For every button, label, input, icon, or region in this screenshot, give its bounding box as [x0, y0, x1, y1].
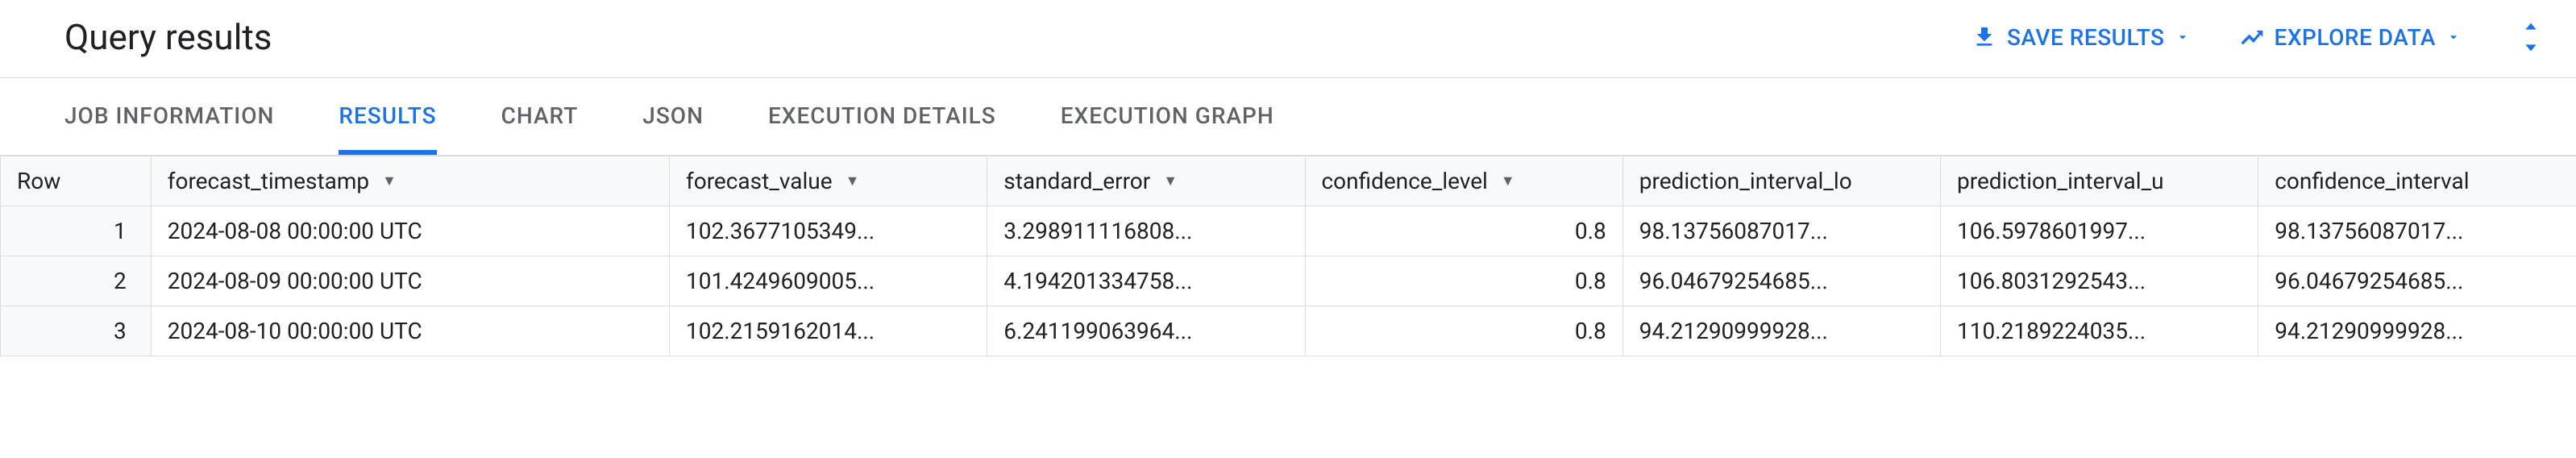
cell-confidence-level: 0.8 — [1305, 306, 1622, 356]
tab-job-information[interactable]: JOB INFORMATION — [64, 78, 274, 155]
column-label: forecast_value — [686, 168, 833, 194]
tab-execution-graph[interactable]: EXECUTION GRAPH — [1061, 78, 1274, 155]
sort-dropdown-icon: ▼ — [1501, 173, 1515, 189]
cell-confidence-interval: 98.13756087017... — [2258, 206, 2576, 256]
cell-prediction-interval-upper: 110.2189224035... — [1941, 306, 2258, 356]
save-results-label: SAVE RESULTS — [2007, 24, 2164, 51]
column-header-forecast-timestamp[interactable]: forecast_timestamp ▼ — [151, 156, 669, 206]
sort-dropdown-icon: ▼ — [846, 173, 860, 189]
table-row: 32024-08-10 00:00:00 UTC102.2159162014..… — [1, 306, 2576, 356]
column-label: prediction_interval_u — [1957, 168, 2164, 194]
sort-dropdown-icon: ▼ — [382, 173, 397, 189]
cell-forecast-timestamp: 2024-08-09 00:00:00 UTC — [151, 256, 669, 306]
cell-confidence-level: 0.8 — [1305, 206, 1622, 256]
column-label: Row — [17, 168, 60, 194]
header-actions: SAVE RESULTS EXPLORE DATA — [1971, 21, 2544, 53]
tab-execution-details[interactable]: EXECUTION DETAILS — [768, 78, 996, 155]
cell-prediction-interval-lower: 94.21290999928... — [1622, 306, 1940, 356]
dropdown-icon — [2445, 29, 2462, 45]
cell-forecast-value: 102.2159162014... — [670, 306, 987, 356]
cell-forecast-value: 102.3677105349... — [670, 206, 987, 256]
cell-prediction-interval-lower: 96.04679254685... — [1622, 256, 1940, 306]
cell-row-number: 3 — [1, 306, 152, 356]
results-table-wrapper: Row forecast_timestamp ▼ forecast_value … — [0, 156, 2576, 356]
table-header-row: Row forecast_timestamp ▼ forecast_value … — [1, 156, 2576, 206]
cell-row-number: 2 — [1, 256, 152, 306]
results-header: Query results SAVE RESULTS EXPLORE DATA — [0, 0, 2576, 78]
explore-data-label: EXPLORE DATA — [2275, 24, 2436, 51]
tab-chart[interactable]: CHART — [501, 78, 579, 155]
column-header-forecast-value[interactable]: forecast_value ▼ — [670, 156, 987, 206]
table-row: 12024-08-08 00:00:00 UTC102.3677105349..… — [1, 206, 2576, 256]
cell-standard-error: 6.241199063964... — [987, 306, 1305, 356]
download-icon — [1971, 24, 1997, 50]
tab-results[interactable]: RESULTS — [339, 78, 436, 155]
cell-confidence-interval: 94.21290999928... — [2258, 306, 2576, 356]
column-label: confidence_interval — [2275, 168, 2469, 194]
cell-prediction-interval-upper: 106.5978601997... — [1941, 206, 2258, 256]
cell-forecast-timestamp: 2024-08-08 00:00:00 UTC — [151, 206, 669, 256]
save-results-button[interactable]: SAVE RESULTS — [1971, 24, 2190, 51]
cell-prediction-interval-lower: 98.13756087017... — [1622, 206, 1940, 256]
unfold-icon — [2518, 21, 2544, 53]
cell-prediction-interval-upper: 106.8031292543... — [1941, 256, 2258, 306]
page-title: Query results — [64, 16, 272, 58]
column-header-standard-error[interactable]: standard_error ▼ — [987, 156, 1305, 206]
column-header-confidence-interval[interactable]: confidence_interval — [2258, 156, 2576, 206]
cell-standard-error: 3.298911116808... — [987, 206, 1305, 256]
column-header-confidence-level[interactable]: confidence_level ▼ — [1305, 156, 1622, 206]
table-row: 22024-08-09 00:00:00 UTC101.4249609005..… — [1, 256, 2576, 306]
column-header-prediction-interval-lower[interactable]: prediction_interval_lo — [1622, 156, 1940, 206]
column-label: forecast_timestamp — [168, 168, 369, 194]
chart-icon — [2239, 24, 2265, 50]
column-label: standard_error — [1003, 168, 1150, 194]
column-header-prediction-interval-upper[interactable]: prediction_interval_u — [1941, 156, 2258, 206]
expand-collapse-button[interactable] — [2510, 21, 2544, 53]
explore-data-button[interactable]: EXPLORE DATA — [2239, 24, 2462, 51]
tab-json[interactable]: JSON — [642, 78, 704, 155]
column-header-row[interactable]: Row — [1, 156, 152, 206]
cell-row-number: 1 — [1, 206, 152, 256]
cell-confidence-level: 0.8 — [1305, 256, 1622, 306]
column-label: confidence_level — [1322, 168, 1488, 194]
cell-forecast-timestamp: 2024-08-10 00:00:00 UTC — [151, 306, 669, 356]
sort-dropdown-icon: ▼ — [1163, 173, 1178, 189]
cell-forecast-value: 101.4249609005... — [670, 256, 987, 306]
column-label: prediction_interval_lo — [1639, 168, 1852, 194]
dropdown-icon — [2175, 29, 2191, 45]
results-tabs: JOB INFORMATION RESULTS CHART JSON EXECU… — [0, 78, 2576, 156]
cell-standard-error: 4.194201334758... — [987, 256, 1305, 306]
cell-confidence-interval: 96.04679254685... — [2258, 256, 2576, 306]
results-table: Row forecast_timestamp ▼ forecast_value … — [0, 156, 2576, 356]
